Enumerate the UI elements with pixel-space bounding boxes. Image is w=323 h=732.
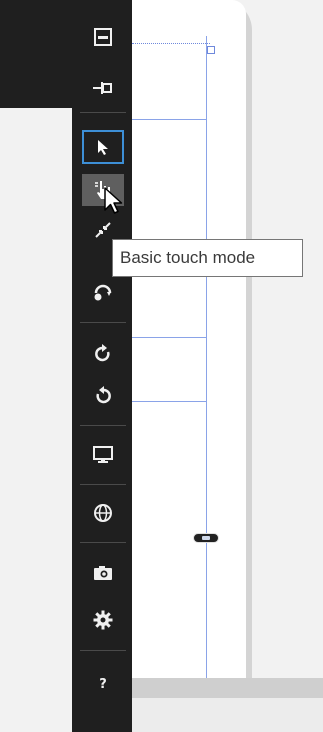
toolbar-divider (80, 650, 126, 651)
screenshot-button[interactable] (80, 557, 126, 589)
toolbar-divider (80, 425, 126, 426)
rotate-touch-icon (93, 283, 113, 301)
fit-to-screen-button[interactable] (80, 439, 126, 471)
bottom-panel (132, 698, 323, 732)
toolbar-divider (80, 112, 126, 113)
select-tool-button[interactable] (82, 130, 124, 164)
mouse-cursor-icon (103, 186, 125, 221)
toolbar-divider (80, 322, 126, 323)
help-button[interactable]: ? (80, 668, 126, 700)
pointer-icon (96, 139, 110, 155)
rotate-clockwise-button[interactable] (80, 338, 126, 370)
resize-handle[interactable] (207, 46, 215, 54)
layout-guide-horizontal (132, 401, 206, 402)
gear-icon (93, 610, 113, 630)
tooltip: Basic touch mode (112, 239, 303, 277)
selection-guide-top (132, 43, 210, 44)
layout-guide-vertical (206, 36, 207, 678)
rotate-counterclockwise-icon (94, 386, 112, 406)
layout-guide-horizontal (132, 119, 206, 120)
pin-icon (93, 81, 113, 95)
toolbar-divider (80, 484, 126, 485)
camera-icon (93, 565, 113, 581)
pinch-icon (93, 220, 113, 240)
scroll-indicator[interactable] (193, 533, 219, 543)
tools-button[interactable] (80, 604, 126, 636)
network-button[interactable] (80, 497, 126, 529)
layout-guide-horizontal (132, 337, 206, 338)
rotate-counterclockwise-button[interactable] (80, 380, 126, 412)
rotate-clockwise-icon (94, 344, 112, 364)
monitor-icon (93, 446, 113, 464)
toolbar-divider (80, 542, 126, 543)
pin-button[interactable] (80, 72, 126, 104)
minimize-icon (94, 28, 112, 46)
horizontal-scrollbar[interactable] (132, 678, 323, 698)
minimize-button[interactable] (80, 21, 126, 53)
help-icon: ? (99, 676, 107, 692)
device-screen[interactable] (132, 0, 246, 678)
rotation-touch-button[interactable] (80, 276, 126, 308)
globe-icon (93, 503, 113, 523)
